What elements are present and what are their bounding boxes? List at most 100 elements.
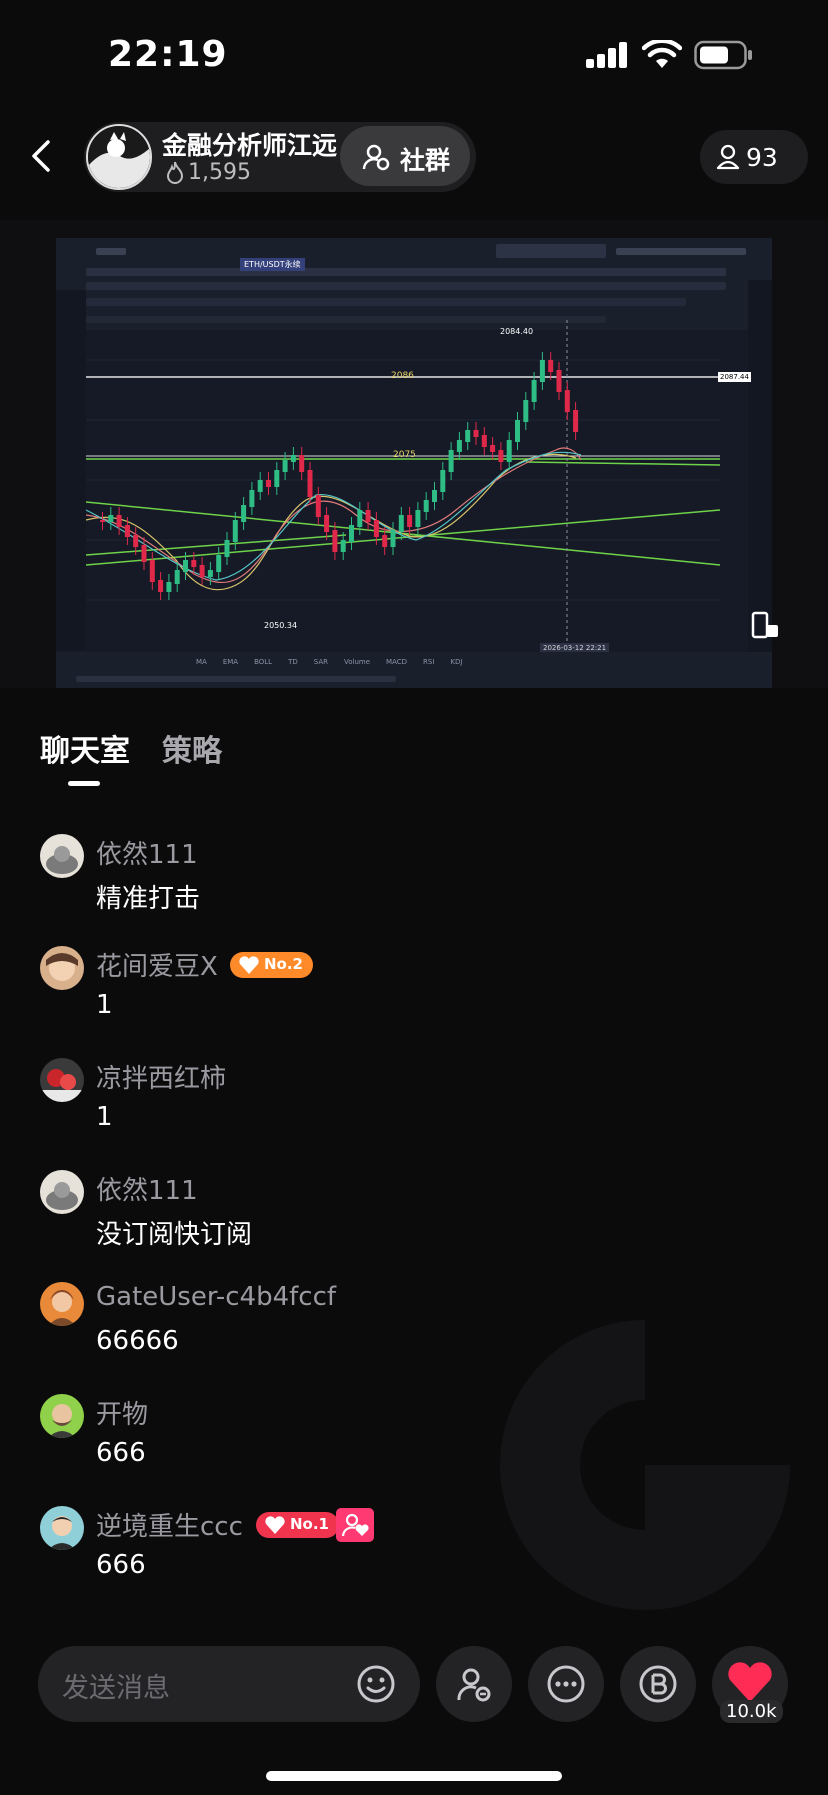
chart-indicator-label: MA — [196, 658, 207, 666]
candle-body — [556, 370, 562, 392]
host-name: 金融分析师江远 — [162, 131, 338, 160]
follow-user-button[interactable] — [436, 1646, 512, 1722]
active-tab-indicator — [68, 781, 100, 786]
candle-body — [149, 560, 155, 582]
candle-body — [506, 440, 512, 462]
candle-body — [415, 510, 421, 527]
chart-indicator-bar: MA EMA BOLL TD SAR Volume MACD RSI KDJ — [56, 652, 772, 688]
candle-body — [481, 435, 487, 447]
message-username[interactable]: 依然111 — [96, 834, 198, 871]
candle-body — [515, 420, 520, 442]
candle-body — [274, 470, 280, 487]
candle-body — [158, 580, 164, 592]
emoji-button[interactable] — [356, 1664, 396, 1704]
candle-body — [307, 470, 313, 497]
candle-body — [191, 560, 197, 567]
message-text: 66666 — [96, 1326, 179, 1356]
user-avatar[interactable] — [40, 1506, 84, 1550]
candlestick-chart — [86, 320, 720, 650]
candle-body — [548, 360, 554, 372]
candle-body — [365, 510, 371, 522]
candle-body — [357, 510, 363, 527]
rank-badge-label: No.2 — [264, 955, 303, 973]
user-avatar[interactable] — [40, 1170, 84, 1214]
rank-badge-label: No.1 — [290, 1515, 329, 1533]
like-count: 10.0k — [720, 1700, 783, 1723]
candle-body — [290, 455, 296, 462]
chat-message: 依然111 精准打击 — [40, 834, 740, 914]
host-avatar[interactable] — [86, 124, 152, 190]
status-time: 22:19 — [108, 34, 228, 75]
wifi-icon — [642, 40, 682, 68]
chart-indicator-label: BOLL — [254, 658, 273, 666]
candle-body — [124, 525, 130, 537]
candle-body — [332, 530, 338, 552]
candle-body — [448, 450, 454, 472]
candle-body — [398, 515, 404, 532]
candle-body — [183, 560, 188, 572]
rotate-screen-button[interactable] — [750, 610, 780, 640]
candle-body — [232, 520, 238, 542]
user-avatar[interactable] — [40, 1282, 84, 1326]
more-options-button[interactable] — [528, 1646, 604, 1722]
message-text: 没订阅快订阅 — [96, 1220, 253, 1250]
message-text: 1 — [96, 990, 113, 1020]
message-input-placeholder: 发送消息 — [62, 1673, 170, 1704]
user-avatar[interactable] — [40, 1058, 84, 1102]
candle-body — [141, 545, 147, 562]
chat-message: 开物 666 — [40, 1394, 740, 1474]
chart-indicator-label: Volume — [344, 658, 371, 666]
chart-tab-label: ETH/USDT永续 — [240, 258, 305, 271]
candle-body — [266, 480, 271, 487]
candle-body — [282, 460, 288, 472]
chart-indicator-label: EMA — [222, 658, 239, 666]
chart-low-label: 2050.34 — [264, 621, 298, 630]
message-username[interactable]: 开物 — [96, 1394, 148, 1431]
candle-body — [440, 470, 446, 492]
candle-body — [207, 570, 213, 577]
chart-price-tag: 2087.44 — [718, 372, 751, 382]
message-text: 精准打击 — [96, 884, 201, 914]
message-text: 666 — [96, 1438, 146, 1468]
candle-body — [100, 520, 105, 522]
candle-body — [166, 582, 172, 592]
rank-badge: No.1 — [256, 1512, 339, 1538]
candle-body — [216, 555, 222, 572]
message-username[interactable]: 依然111 — [96, 1170, 198, 1207]
candle-body — [108, 515, 114, 522]
candle-body — [324, 515, 330, 532]
back-button[interactable] — [22, 136, 62, 176]
candle-body — [473, 430, 479, 437]
chart-indicator-label: RSI — [423, 658, 435, 666]
candle-body — [299, 455, 305, 472]
chart-sidebar — [56, 290, 86, 650]
chart-toolbar — [56, 238, 772, 330]
tab-strategy[interactable]: 策略 — [162, 726, 222, 770]
user-avatar[interactable] — [40, 946, 84, 990]
message-username[interactable]: 逆境重生ccc — [96, 1506, 243, 1543]
chat-message: GateUser-c4b4fccf 66666 — [40, 1282, 740, 1362]
follower-heart-icon — [336, 1508, 374, 1542]
bitcoin-tip-button[interactable] — [620, 1646, 696, 1722]
message-username[interactable]: GateUser-c4b4fccf — [96, 1282, 336, 1312]
user-avatar[interactable] — [40, 834, 84, 878]
candle-body — [523, 400, 529, 422]
group-icon — [362, 144, 390, 171]
candle-body — [174, 570, 180, 584]
candle-body — [349, 525, 354, 542]
candle-body — [407, 515, 413, 527]
candle-body — [490, 445, 496, 452]
chat-message: 逆境重生ccc No.1 666 — [40, 1506, 740, 1586]
candle-body — [373, 520, 379, 537]
candle-body — [382, 535, 388, 547]
tab-chat-room[interactable]: 聊天室 — [40, 726, 130, 770]
chart-indicator-label: SAR — [313, 658, 328, 666]
user-avatar[interactable] — [40, 1394, 84, 1438]
message-username[interactable]: 花间爱豆X — [96, 946, 218, 983]
chat-message: 依然111 没订阅快订阅 — [40, 1170, 740, 1250]
candle-body — [116, 515, 122, 527]
chart-level-2075: 2075 — [393, 450, 416, 460]
flame-icon — [164, 160, 186, 184]
message-username[interactable]: 凉拌西红柿 — [96, 1058, 226, 1095]
viewers-count: 93 — [746, 143, 778, 172]
